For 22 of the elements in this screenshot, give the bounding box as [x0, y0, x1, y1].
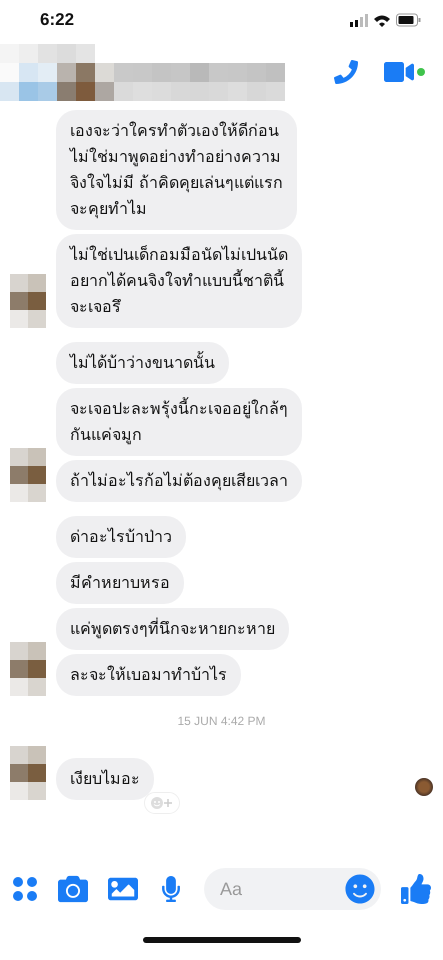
clock-time: 6:22: [40, 10, 74, 30]
message-bubble: ละจะให้เบอมาทำบ้าไร: [56, 654, 241, 696]
camera-icon[interactable]: [58, 874, 88, 904]
message-bubble: ด่าอะไรบ้าป่าว: [56, 516, 186, 558]
add-emoji-icon: [150, 796, 174, 810]
message-bubble: เงียบไมอะ: [56, 758, 154, 800]
message-bubble: ไม่ใช่เปนเด็กอมมือนัดไม่เปนนัด อยากได้คนจิงใจทำแบบนี้ชาตินี้ จะเจอรึ: [56, 234, 302, 328]
message-bubble: เองจะว่าใครทำตัวเองให้ดีก่อน ไม่ใช่มาพูดอย่างทำอย่างความ จิงใจไม่มี ถ้าคิดคุยเล่นๆแต่แรก จะคุยทำไม: [56, 110, 298, 230]
apps-icon[interactable]: [12, 876, 38, 902]
message-bubble: มีคำหยาบหรอ: [56, 562, 184, 604]
emoji-icon[interactable]: [345, 874, 375, 904]
timestamp: 15 JUN 4:42 PM: [176, 713, 267, 730]
like-icon[interactable]: [401, 874, 431, 904]
phone-icon[interactable]: [334, 60, 358, 84]
message-bubble: จะเจอปะละพรุ้งนี้กะเจออยู่ใกล้ๆ กันแค่จมูก: [56, 388, 302, 456]
message-bubble: ไม่ได้บ้าว่างขนาดนั้น: [56, 342, 229, 384]
wifi-icon: [374, 14, 390, 26]
message-bubble: แค่พูดตรงๆที่นึกจะหายกะหาย: [56, 608, 289, 650]
message-bubble: ถ้าไม่อะไรก้อไม่ต้องคุยเสียเวลา: [56, 460, 302, 502]
battery-icon: [396, 13, 421, 27]
signal-icon: [350, 14, 368, 26]
message-field[interactable]: Aa: [204, 868, 381, 910]
